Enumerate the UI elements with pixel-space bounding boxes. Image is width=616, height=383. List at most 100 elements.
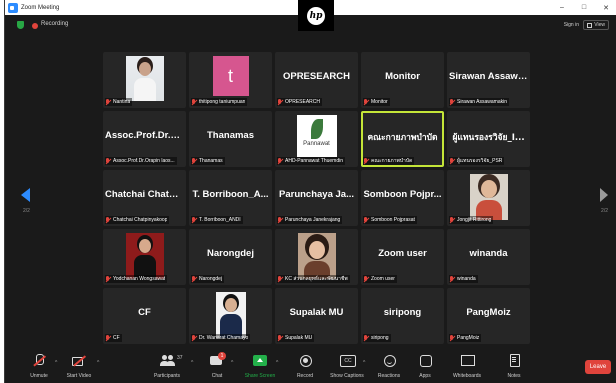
view-button[interactable]: View — [583, 20, 609, 30]
participant-name-label: Dr. Wanarat Chamayo — [191, 334, 251, 342]
participant-tile[interactable]: Supalak MU Supalak MU — [275, 288, 358, 344]
participant-tile[interactable]: KC ส่วนกลยุทธ์และพัฒนาชีพ — [275, 229, 358, 285]
participant-video-feed — [297, 233, 336, 279]
chat-button[interactable]: 1 Chat — [195, 352, 239, 379]
mic-muted-icon — [191, 334, 197, 342]
share-screen-button[interactable]: Share Screen — [238, 354, 282, 379]
participant-tile[interactable]: Assoc.Prof.Dr.O... Assoc.Prof.Dr.Orapin l… — [103, 111, 186, 167]
participant-tile[interactable]: Nantina — [103, 52, 186, 108]
participant-tile[interactable]: CF CF — [103, 288, 186, 344]
recording-dot-icon — [32, 23, 38, 29]
participant-name-label: Chatchai Chatpinyakoop — [105, 216, 170, 224]
participant-tile[interactable]: Parunchaya Ja... Parunchaya Janekrajang — [275, 170, 358, 226]
next-page-arrow-icon[interactable] — [600, 188, 608, 202]
notes-button[interactable]: Notes — [492, 354, 536, 379]
participant-name-label: KC ส่วนกลยุทธ์และพัฒนาชีพ — [277, 275, 350, 283]
participant-video-feed — [125, 56, 164, 101]
mic-muted-icon — [105, 334, 111, 342]
recording-label: Recording — [41, 21, 69, 27]
participant-name: T. Borriboon_ANDI — [199, 217, 241, 223]
participant-tile[interactable]: Thanamas Thanamas — [189, 111, 272, 167]
participant-name: Yodchanan Wongsawat — [113, 276, 166, 282]
start-video-button[interactable]: Start Video — [57, 354, 101, 379]
apps-button[interactable]: Apps — [403, 354, 447, 379]
participant-display-name: ผู้แทนรองรวิจัย_I... — [452, 133, 525, 143]
participant-tile[interactable]: siripong siripong — [361, 288, 444, 344]
mic-muted-icon — [277, 275, 283, 283]
participant-name: Sirawan Assawamakin — [457, 99, 508, 105]
maximize-button[interactable]: □ — [573, 0, 595, 15]
mic-muted-icon — [105, 216, 111, 224]
mic-muted-icon — [105, 157, 111, 165]
participant-tile[interactable]: Pannawat AHD-Pannawat Thuemdin — [275, 111, 358, 167]
mic-muted-icon — [105, 98, 111, 106]
participant-tile[interactable]: Somboon Pojpr... Somboon Pojprasat — [361, 170, 444, 226]
participant-display-name: Somboon Pojpr... — [363, 189, 442, 200]
participant-tile[interactable]: T. Borriboon_A... T. Borriboon_ANDI — [189, 170, 272, 226]
participant-name-label: Sirawan Assawamakin — [449, 98, 510, 106]
zoom-window: Zoom Meeting – □ ✕ Recording Sign in Vie… — [4, 0, 616, 383]
participant-tile[interactable]: Narongdej Narongdej — [189, 229, 272, 285]
participant-tile[interactable]: winanda winanda — [447, 229, 530, 285]
participant-name-label: AHD-Pannawat Thuemdin — [277, 157, 345, 165]
mic-muted-icon — [449, 275, 455, 283]
participant-display-name: Thanamas — [207, 130, 254, 141]
captions-button[interactable]: Show Captions — [325, 354, 369, 379]
participant-name-label: Narongdej — [191, 275, 225, 283]
participants-caret-icon[interactable]: ^ — [191, 360, 193, 366]
participant-name-label: Somboon Pojprasat — [363, 216, 417, 224]
whiteboards-button[interactable]: Whiteboards — [445, 354, 489, 379]
participant-tile[interactable]: คณะกายภาพบำบัด คณะกายภาพบำบัด — [361, 111, 444, 167]
participant-tile[interactable]: ผู้แทนรองรวิจัย_I... ผู้แทนรองรวิจัย_PSR — [447, 111, 530, 167]
participant-tile[interactable]: Monitor Monitor — [361, 52, 444, 108]
previous-page-arrow-icon[interactable] — [21, 188, 30, 202]
participant-tile[interactable]: Chatchai Chatpi... Chatchai Chatpinyakoop — [103, 170, 186, 226]
participant-display-name: Parunchaya Ja... — [279, 189, 354, 200]
participant-tile[interactable]: Sirawan Assawa... Sirawan Assawamakin — [447, 52, 530, 108]
chat-icon: 1 — [210, 352, 226, 367]
participant-display-name: T. Borriboon_A... — [192, 189, 269, 200]
participant-display-name: Assoc.Prof.Dr.O... — [105, 130, 184, 141]
smiley-icon — [382, 354, 396, 367]
chat-caret-icon[interactable]: ^ — [231, 360, 233, 366]
person-head — [308, 241, 325, 259]
participants-button[interactable]: 37 Participants — [145, 354, 189, 379]
close-button[interactable]: ✕ — [595, 0, 616, 15]
participant-display-name: Zoom user — [378, 248, 427, 259]
participant-tile[interactable]: Zoom user Zoom user — [361, 229, 444, 285]
participant-name-label: Supalak MU — [277, 334, 315, 342]
captions-caret-icon[interactable]: ^ — [363, 360, 365, 366]
page-indicator-right: 2/2 — [601, 208, 608, 214]
unmute-button[interactable]: Unmute — [17, 354, 61, 379]
participant-name-label: siripong — [363, 334, 391, 342]
mic-muted-icon — [363, 275, 369, 283]
participant-tile[interactable]: Yodchanan Wongsawat — [103, 229, 186, 285]
video-options-caret-icon[interactable]: ^ — [97, 360, 99, 366]
security-shield-icon[interactable] — [17, 21, 24, 29]
participants-icon: 37 — [160, 354, 183, 367]
participant-tile[interactable]: Dr. Wanarat Chamayo — [189, 288, 272, 344]
participant-name: CF — [113, 335, 120, 341]
participant-tile[interactable]: OPRESEARCH OPRESEARCH — [275, 52, 358, 108]
participant-tile[interactable]: t thitipong taniumpuan — [189, 52, 272, 108]
mic-muted-icon — [449, 216, 455, 224]
sign-in-link[interactable]: Sign in — [564, 22, 579, 28]
hp-logo: hp — [307, 6, 325, 25]
participant-display-name: คณะกายภาพบำบัด — [367, 133, 438, 143]
start-video-label: Start Video — [66, 373, 92, 379]
video-off-icon — [72, 354, 86, 367]
record-button[interactable]: Record — [283, 354, 327, 379]
gallery-grid: Nantina t thitipong taniumpuan OPRESEARCH OP… — [103, 52, 533, 347]
mic-muted-icon — [363, 334, 369, 342]
participant-tile[interactable]: PangMoiz PangMoiz — [447, 288, 530, 344]
minimize-button[interactable]: – — [551, 0, 573, 15]
window-title: Zoom Meeting — [21, 4, 60, 11]
participant-name: Jongjit Rittirong — [457, 217, 492, 223]
mic-muted-icon — [449, 98, 455, 106]
participant-name: Supalak MU — [285, 335, 313, 341]
chat-label: Chat — [211, 373, 223, 379]
participant-display-name: OPRESEARCH — [282, 71, 351, 82]
share-caret-icon[interactable]: ^ — [276, 360, 278, 366]
participant-tile[interactable]: Jongjit Rittirong — [447, 170, 530, 226]
leave-button[interactable]: Leave — [585, 360, 611, 374]
